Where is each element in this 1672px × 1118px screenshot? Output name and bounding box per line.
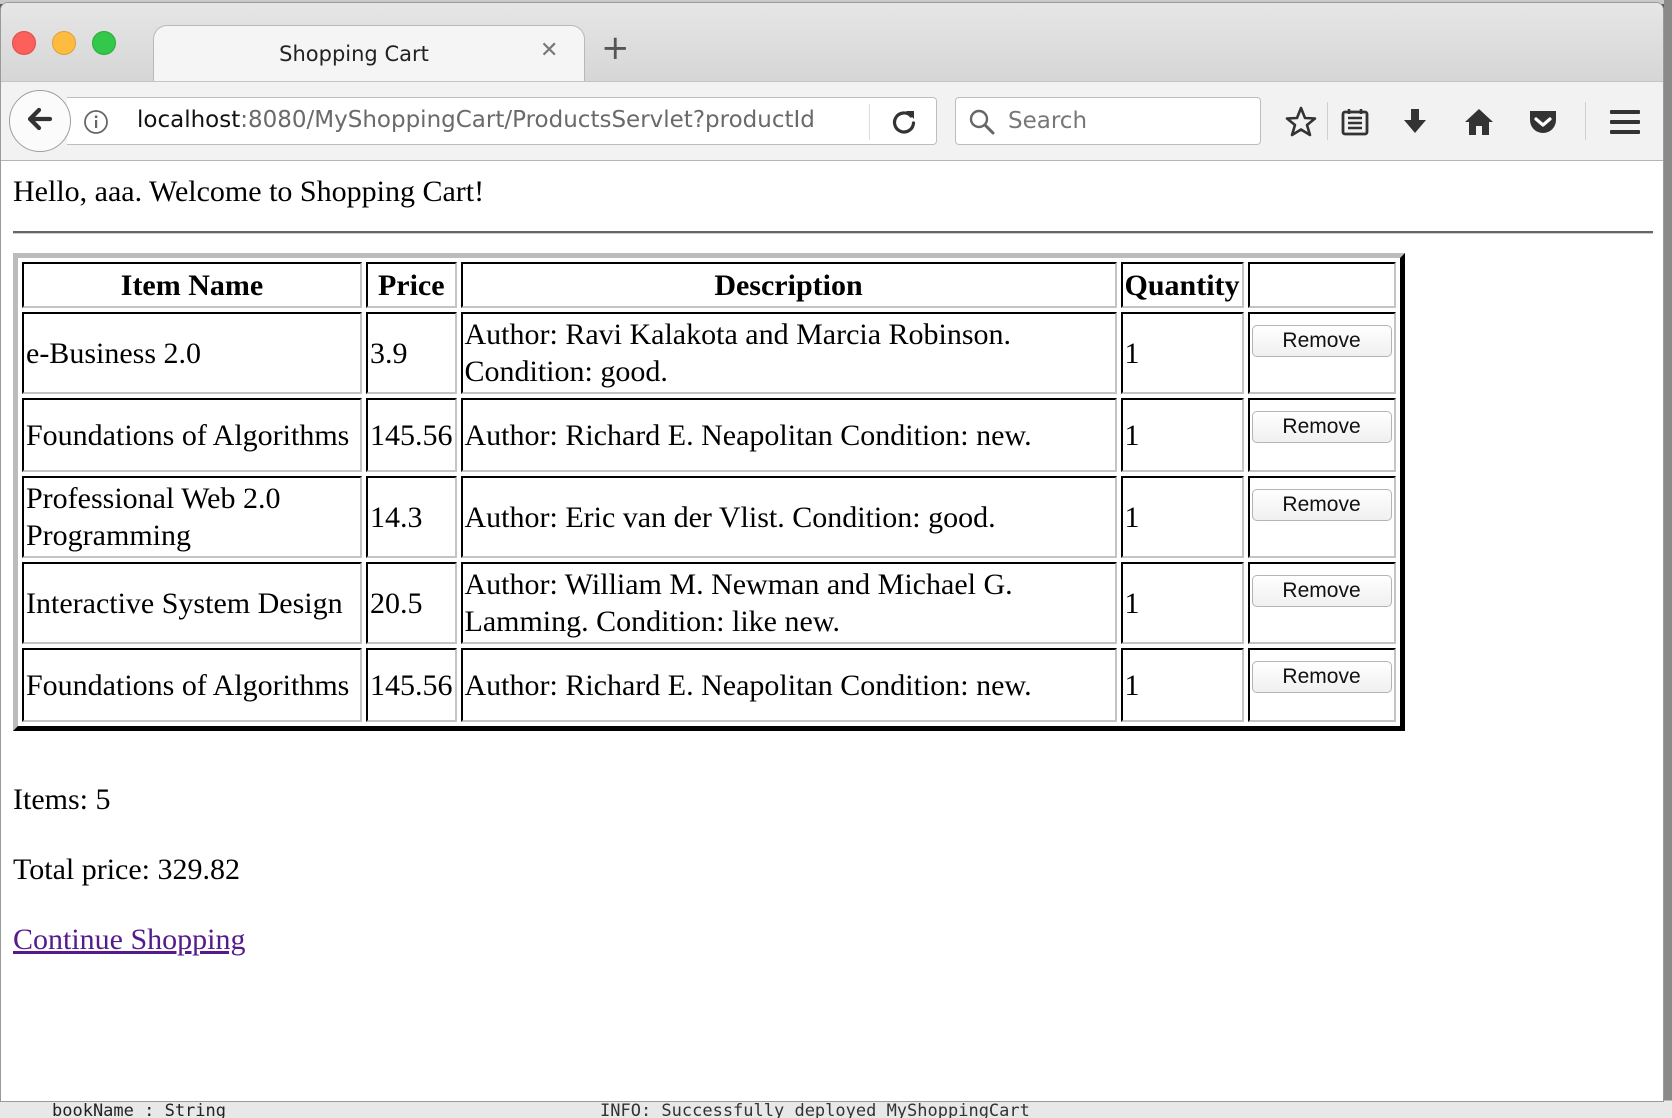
items-count: Items: 5 <box>13 783 111 816</box>
cell-quantity: 1 <box>1120 312 1244 394</box>
search-placeholder: Search <box>1008 108 1088 134</box>
close-icon[interactable]: ✕ <box>540 38 558 63</box>
cell-item-name: Professional Web 2.0 Programming <box>22 476 362 558</box>
background-ide-text-left: bookName : String <box>52 1101 226 1118</box>
info-icon[interactable] <box>83 109 109 139</box>
cell-price: 14.3 <box>366 476 457 558</box>
cell-description: Author: Richard E. Neapolitan Condition:… <box>460 648 1117 722</box>
cell-price: 145.56 <box>366 648 457 722</box>
cell-action: Remove <box>1247 398 1396 472</box>
window-minimize-button[interactable] <box>52 31 76 55</box>
hamburger-menu-icon[interactable] <box>1605 102 1645 142</box>
back-button[interactable] <box>9 90 71 152</box>
column-header-description: Description <box>460 262 1117 308</box>
cell-quantity: 1 <box>1120 398 1244 472</box>
pocket-icon[interactable] <box>1523 102 1563 142</box>
star-icon[interactable] <box>1281 102 1321 142</box>
url-divider <box>869 104 870 140</box>
navigation-toolbar: localhost:8080/MyShoppingCart/ProductsSe… <box>1 81 1663 161</box>
url-host: localhost <box>137 107 241 133</box>
cell-action: Remove <box>1247 476 1396 558</box>
tab-shopping-cart[interactable]: Shopping Cart ✕ <box>153 25 585 83</box>
column-header-quantity: Quantity <box>1120 262 1244 308</box>
background-ide-strip: bookName : String INFO: Successfully dep… <box>0 1100 1672 1118</box>
desktop-right-strip <box>1664 0 1672 1118</box>
url-path: :8080/MyShoppingCart/ProductsServlet?pro… <box>240 107 815 133</box>
toolbar-divider <box>1585 102 1586 140</box>
window-close-button[interactable] <box>12 31 36 55</box>
column-header-action <box>1247 262 1396 308</box>
tab-bar: Shopping Cart ✕ + <box>1 3 1663 83</box>
cell-item-name: Interactive System Design <box>22 562 362 644</box>
toolbar-divider <box>1327 102 1328 140</box>
cell-action: Remove <box>1247 562 1396 644</box>
cell-description: Author: Richard E. Neapolitan Condition:… <box>460 398 1117 472</box>
table-row: Interactive System Design 20.5 Author: W… <box>22 562 1396 644</box>
table-row: Professional Web 2.0 Programming 14.3 Au… <box>22 476 1396 558</box>
remove-button[interactable]: Remove <box>1251 411 1392 443</box>
background-ide-text-right: INFO: Successfully deployed MyShoppingCa… <box>600 1101 1030 1118</box>
browser-window: Shopping Cart ✕ + localhost:8080/MyShopp… <box>0 2 1664 1102</box>
cell-description: Author: William M. Newman and Michael G.… <box>460 562 1117 644</box>
plus-icon[interactable]: + <box>601 31 630 65</box>
download-icon[interactable] <box>1395 102 1435 142</box>
cell-price: 3.9 <box>366 312 457 394</box>
remove-button[interactable]: Remove <box>1251 661 1392 693</box>
reload-icon[interactable] <box>889 107 919 141</box>
cell-item-name: Foundations of Algorithms <box>22 398 362 472</box>
cell-price: 145.56 <box>366 398 457 472</box>
url-text[interactable]: localhost:8080/MyShoppingCart/ProductsSe… <box>137 107 815 133</box>
cell-description: Author: Eric van der Vlist. Condition: g… <box>460 476 1117 558</box>
table-row: Foundations of Algorithms 145.56 Author:… <box>22 398 1396 472</box>
url-bar[interactable]: localhost:8080/MyShoppingCart/ProductsSe… <box>67 97 937 145</box>
remove-button[interactable]: Remove <box>1251 575 1392 607</box>
cell-quantity: 1 <box>1120 476 1244 558</box>
continue-shopping-link[interactable]: Continue Shopping <box>13 923 246 957</box>
cell-item-name: Foundations of Algorithms <box>22 648 362 722</box>
remove-button[interactable]: Remove <box>1251 325 1392 357</box>
page-content: Hello, aaa. Welcome to Shopping Cart! It… <box>1 161 1663 1101</box>
horizontal-rule <box>13 231 1653 234</box>
cell-quantity: 1 <box>1120 562 1244 644</box>
tab-title: Shopping Cart <box>279 42 429 66</box>
search-icon <box>968 108 996 140</box>
cart-table: Item Name Price Description Quantity e-B… <box>13 253 1405 731</box>
cell-description: Author: Ravi Kalakota and Marcia Robinso… <box>460 312 1117 394</box>
greeting-text: Hello, aaa. Welcome to Shopping Cart! <box>13 175 485 208</box>
cell-quantity: 1 <box>1120 648 1244 722</box>
column-header-item-name: Item Name <box>22 262 362 308</box>
table-header-row: Item Name Price Description Quantity <box>22 262 1396 308</box>
window-maximize-button[interactable] <box>92 31 116 55</box>
cell-action: Remove <box>1247 648 1396 722</box>
table-row: Foundations of Algorithms 145.56 Author:… <box>22 648 1396 722</box>
remove-button[interactable]: Remove <box>1251 489 1392 521</box>
column-header-price: Price <box>366 262 457 308</box>
table-row: e-Business 2.0 3.9 Author: Ravi Kalakota… <box>22 312 1396 394</box>
home-icon[interactable] <box>1459 102 1499 142</box>
cell-item-name: e-Business 2.0 <box>22 312 362 394</box>
search-bar[interactable]: Search <box>955 97 1261 145</box>
cell-price: 20.5 <box>366 562 457 644</box>
back-arrow-icon <box>24 103 56 139</box>
total-price: Total price: 329.82 <box>13 853 241 886</box>
reading-list-icon[interactable] <box>1335 102 1375 142</box>
cell-action: Remove <box>1247 312 1396 394</box>
